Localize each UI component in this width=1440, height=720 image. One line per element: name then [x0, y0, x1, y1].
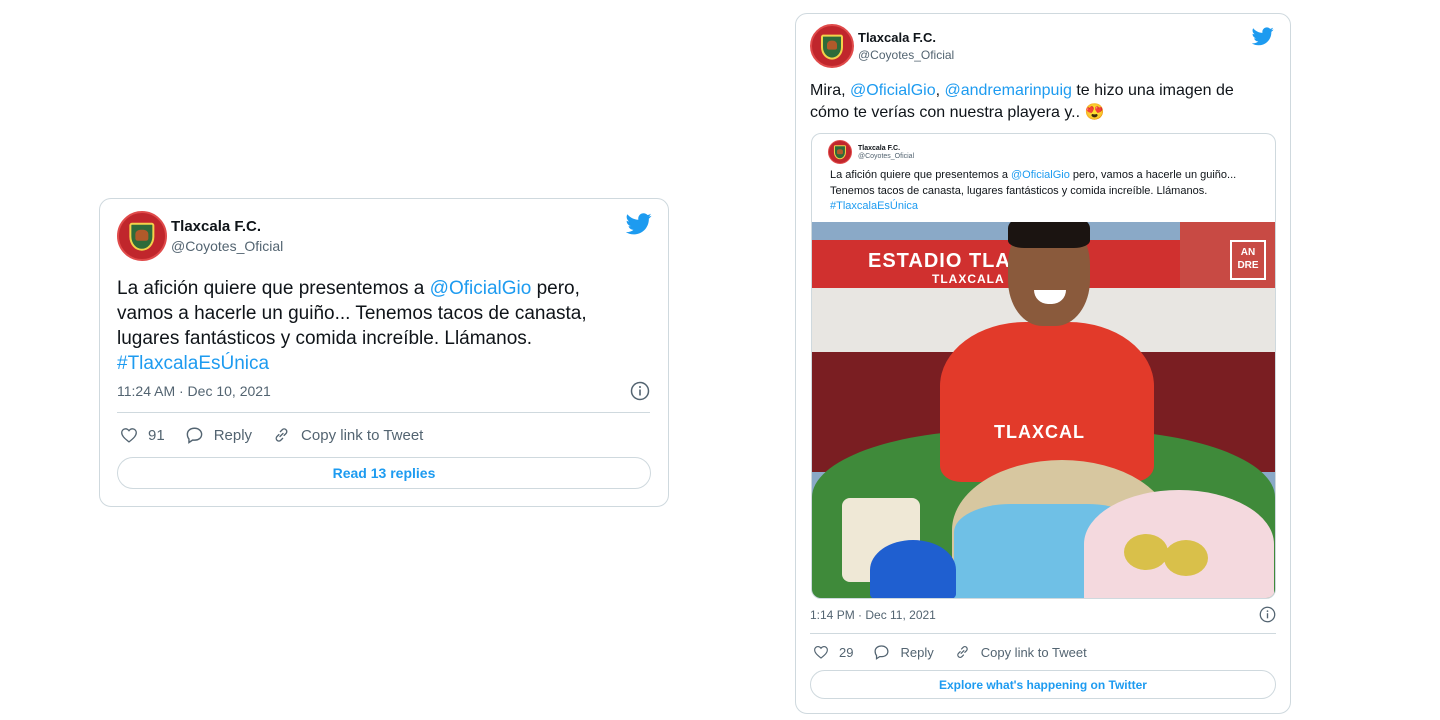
- timestamp[interactable]: 11:24 AM · Dec 10, 2021: [117, 383, 271, 399]
- tweet-card-1: Tlaxcala F.C. @Coyotes_Oficial La afició…: [99, 198, 669, 507]
- copy-link-action[interactable]: Copy link to Tweet: [954, 644, 1087, 660]
- tweet-text: Mira, @OficialGio, @andremarinpuig te hi…: [810, 80, 1270, 124]
- jersey-text: TLAXCAL: [994, 422, 1085, 442]
- embedded-tweet-header: Tlaxcala F.C. @Coyotes_Oficial: [828, 140, 914, 164]
- twitter-bird-icon[interactable]: [1252, 27, 1274, 46]
- hashtag-link[interactable]: #TlaxcalaEsÚnica: [117, 353, 269, 374]
- blue-bucket: [870, 540, 956, 598]
- club-crest-icon: [833, 145, 847, 160]
- heart-icon: [814, 646, 828, 659]
- tweet-actions: 91 Reply Copy link to Tweet: [120, 426, 443, 444]
- read-replies-button[interactable]: Read 13 replies: [117, 457, 651, 489]
- taco: [1124, 534, 1168, 570]
- author-names: Tlaxcala F.C. @Coyotes_Oficial: [171, 218, 283, 254]
- heart-icon: [121, 428, 137, 443]
- link-icon: [275, 428, 288, 442]
- display-name[interactable]: Tlaxcala F.C.: [171, 218, 283, 235]
- like-action[interactable]: 91: [120, 427, 165, 444]
- author-names: Tlaxcala F.C. @Coyotes_Oficial: [858, 30, 954, 62]
- mention-link[interactable]: @OficialGio: [850, 82, 936, 99]
- player-jersey: [940, 322, 1154, 482]
- explore-twitter-button[interactable]: Explore what's happening on Twitter: [810, 670, 1276, 699]
- player-photo: ESTADIO TLAX TLAXCALA AN DRE TLAXCAL: [812, 222, 1275, 598]
- divider: [810, 633, 1276, 634]
- tweet-text: La afición quiere que presentemos a @Ofi…: [117, 276, 627, 376]
- player-hair: [1008, 222, 1090, 248]
- embedded-tweet-text: La afición quiere que presentemos a @Ofi…: [830, 168, 1260, 215]
- tweet-header: Tlaxcala F.C. @Coyotes_Oficial: [810, 24, 954, 68]
- artist-logo: AN DRE: [1230, 240, 1266, 280]
- copy-link-label: Copy link to Tweet: [301, 426, 424, 444]
- mention-link[interactable]: @OficialGio: [430, 278, 532, 299]
- reply-icon: [186, 427, 203, 444]
- artist-logo-line: DRE: [1237, 260, 1259, 271]
- tweet-meta: 1:14 PM · Dec 11, 2021: [810, 606, 1276, 623]
- reply-action[interactable]: Reply: [873, 644, 934, 660]
- artist-logo-line: AN: [1240, 247, 1256, 258]
- info-icon[interactable]: [630, 381, 650, 401]
- tweet-header: Tlaxcala F.C. @Coyotes_Oficial: [117, 211, 283, 261]
- heart-eyes-emoji: 😍: [1084, 104, 1105, 121]
- copy-link-label: Copy link to Tweet: [980, 644, 1087, 660]
- handle[interactable]: @Coyotes_Oficial: [171, 238, 283, 254]
- embedded-avatar: [828, 140, 852, 164]
- taco: [1164, 540, 1208, 576]
- embedded-mention: @OficialGio: [1011, 169, 1070, 181]
- mention-link[interactable]: @andremarinpuig: [944, 82, 1071, 99]
- like-action[interactable]: 29: [813, 645, 853, 660]
- display-name[interactable]: Tlaxcala F.C.: [858, 30, 954, 45]
- club-crest-icon: [129, 222, 155, 252]
- embedded-display-name: Tlaxcala F.C.: [858, 144, 901, 152]
- avatar[interactable]: [117, 211, 167, 261]
- stadium-sign-subtext: TLAXCALA: [932, 272, 1005, 286]
- tweet-media-image[interactable]: Tlaxcala F.C. @Coyotes_Oficial La afició…: [811, 133, 1276, 599]
- link-icon: [957, 646, 968, 658]
- like-count: 29: [839, 644, 854, 660]
- stadium-sign: ESTADIO TLAX TLAXCALA: [812, 240, 1180, 288]
- tweet-text-part: Mira,: [810, 82, 850, 99]
- club-crest-icon: [821, 34, 843, 60]
- tweet-card-2: Tlaxcala F.C. @Coyotes_Oficial Mira, @Of…: [795, 13, 1291, 714]
- copy-link-action[interactable]: Copy link to Tweet: [272, 426, 423, 444]
- embedded-hashtag: #TlaxcalaEsÚnica: [830, 200, 919, 212]
- reply-icon: [874, 645, 889, 660]
- tweet-actions: 29 Reply Copy link to Tweet: [813, 644, 1107, 660]
- reply-label: Reply: [213, 426, 253, 444]
- divider: [117, 412, 650, 413]
- handle[interactable]: @Coyotes_Oficial: [858, 48, 954, 62]
- tweet-meta: 11:24 AM · Dec 10, 2021: [117, 381, 650, 401]
- like-count: 91: [148, 426, 165, 444]
- avatar[interactable]: [810, 24, 854, 68]
- embedded-text-part: La afición quiere que presentemos a: [830, 169, 1012, 181]
- reply-action[interactable]: Reply: [185, 426, 252, 444]
- reply-label: Reply: [900, 644, 934, 660]
- embedded-author-names: Tlaxcala F.C. @Coyotes_Oficial: [858, 145, 914, 160]
- tweet-text-part: La afición quiere que presentemos a: [117, 278, 430, 299]
- embedded-handle: @Coyotes_Oficial: [858, 152, 915, 160]
- info-icon[interactable]: [1259, 606, 1276, 623]
- timestamp[interactable]: 1:14 PM · Dec 11, 2021: [810, 608, 936, 622]
- stadium-sign-text: ESTADIO TLAX: [868, 250, 1026, 272]
- twitter-bird-icon[interactable]: [626, 213, 652, 235]
